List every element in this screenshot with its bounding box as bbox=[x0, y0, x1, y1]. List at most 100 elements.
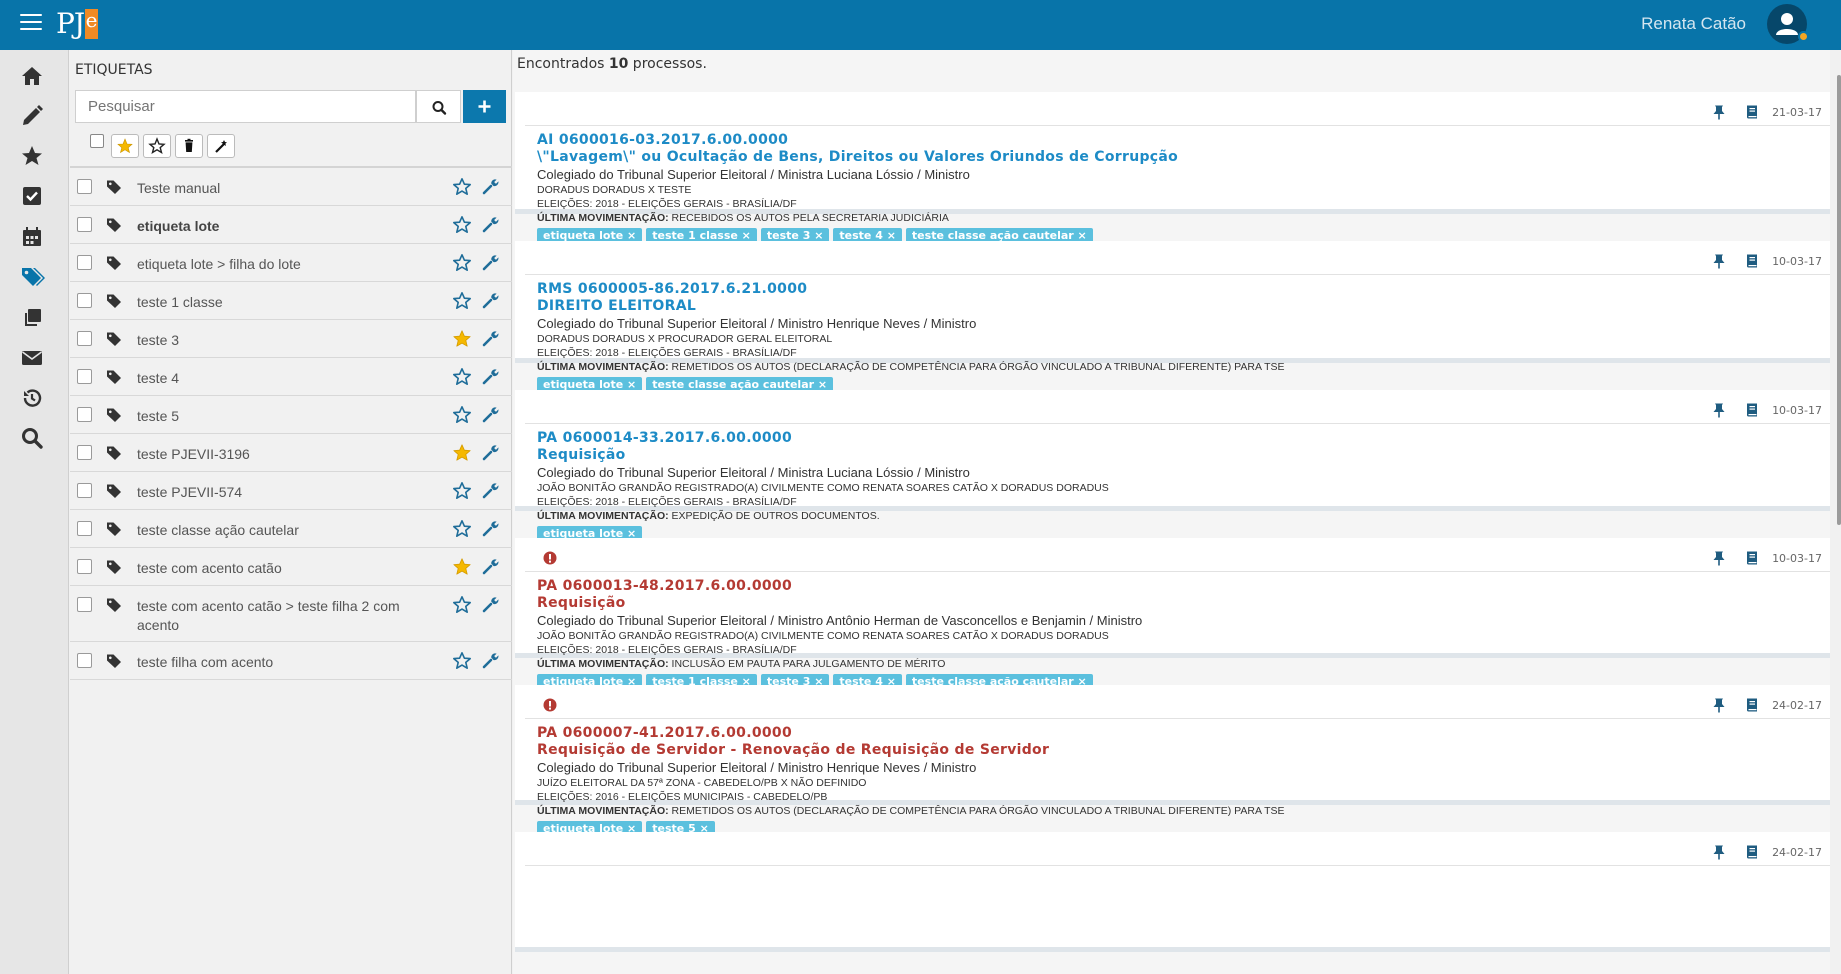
book-icon[interactable] bbox=[1744, 844, 1760, 860]
tag-checkbox[interactable] bbox=[77, 293, 92, 308]
calendar-icon[interactable] bbox=[20, 225, 46, 251]
unfavorite-button[interactable] bbox=[143, 134, 171, 158]
pje-logo[interactable]: PJ e bbox=[56, 7, 99, 41]
tag-checkbox[interactable] bbox=[77, 559, 92, 574]
star-outline-icon[interactable] bbox=[452, 367, 472, 387]
tag-row[interactable]: etiqueta lote > filha do lote bbox=[70, 244, 512, 282]
tag-label[interactable]: etiqueta lote > filha do lote bbox=[137, 255, 407, 274]
star-outline-icon[interactable] bbox=[452, 253, 472, 273]
tag-checkbox[interactable] bbox=[77, 331, 92, 346]
process-number[interactable]: PA 0600013-48.2017.6.00.0000 bbox=[537, 578, 1830, 595]
process-number[interactable]: RMS 0600005-86.2017.6.21.0000 bbox=[537, 281, 1830, 298]
book-icon[interactable] bbox=[1744, 697, 1760, 713]
star-outline-icon[interactable] bbox=[452, 519, 472, 539]
tag-label[interactable]: teste com acento catão bbox=[137, 559, 407, 578]
pin-icon[interactable] bbox=[1711, 253, 1727, 269]
star-outline-icon[interactable] bbox=[452, 651, 472, 671]
book-icon[interactable] bbox=[1744, 402, 1760, 418]
star-outline-icon[interactable] bbox=[452, 291, 472, 311]
pin-icon[interactable] bbox=[1711, 844, 1727, 860]
wrench-icon[interactable] bbox=[482, 330, 499, 347]
tag-row[interactable]: teste 4 bbox=[70, 358, 512, 396]
star-filled-icon[interactable] bbox=[452, 443, 472, 463]
process-number[interactable]: AI 0600016-03.2017.6.00.0000 bbox=[537, 132, 1830, 149]
wrench-icon[interactable] bbox=[482, 558, 499, 575]
process-number[interactable]: PA 0600007-41.2017.6.00.0000 bbox=[537, 725, 1830, 742]
user-name[interactable]: Renata Catão bbox=[1641, 14, 1746, 34]
tag-label[interactable]: teste PJEVII-3196 bbox=[137, 445, 407, 464]
tag-label[interactable]: teste 3 bbox=[137, 331, 407, 350]
process-number[interactable]: PA 0600014-33.2017.6.00.0000 bbox=[537, 430, 1830, 447]
tag-checkbox[interactable] bbox=[77, 217, 92, 232]
wrench-icon[interactable] bbox=[482, 368, 499, 385]
pin-icon[interactable] bbox=[1711, 402, 1727, 418]
tag-label[interactable]: teste filha com acento bbox=[137, 653, 407, 672]
favorite-filter-button[interactable] bbox=[111, 134, 139, 158]
hamburger-menu-icon[interactable] bbox=[20, 14, 42, 32]
envelope-icon[interactable] bbox=[20, 346, 46, 372]
wrench-icon[interactable] bbox=[482, 444, 499, 461]
wrench-icon[interactable] bbox=[482, 652, 499, 669]
history-icon[interactable] bbox=[20, 386, 46, 412]
copy-icon[interactable] bbox=[20, 306, 46, 332]
tag-row[interactable]: teste com acento catão > teste filha 2 c… bbox=[70, 586, 512, 642]
search-icon[interactable] bbox=[20, 426, 46, 452]
tag-label[interactable]: etiqueta lote bbox=[137, 217, 407, 236]
scrollbar[interactable] bbox=[1837, 75, 1841, 525]
tag-checkbox[interactable] bbox=[77, 255, 92, 270]
wrench-icon[interactable] bbox=[482, 482, 499, 499]
wrench-icon[interactable] bbox=[482, 520, 499, 537]
tag-row[interactable]: teste PJEVII-3196 bbox=[70, 434, 512, 472]
tag-checkbox[interactable] bbox=[77, 445, 92, 460]
pin-icon[interactable] bbox=[1711, 697, 1727, 713]
tag-label[interactable]: teste com acento catão > teste filha 2 c… bbox=[137, 597, 407, 635]
tag-checkbox[interactable] bbox=[77, 407, 92, 422]
tag-label[interactable]: teste 4 bbox=[137, 369, 407, 388]
tag-label[interactable]: teste PJEVII-574 bbox=[137, 483, 407, 502]
home-icon[interactable] bbox=[20, 64, 46, 90]
tag-row[interactable]: teste 5 bbox=[70, 396, 512, 434]
wrench-icon[interactable] bbox=[482, 216, 499, 233]
pin-icon[interactable] bbox=[1711, 104, 1727, 120]
user-avatar[interactable] bbox=[1767, 4, 1809, 44]
tag-search-input[interactable] bbox=[75, 90, 416, 123]
add-tag-button[interactable] bbox=[463, 90, 506, 123]
checkbox-icon[interactable] bbox=[20, 184, 46, 210]
tag-label[interactable]: Teste manual bbox=[137, 179, 407, 198]
book-icon[interactable] bbox=[1744, 550, 1760, 566]
tag-row[interactable]: teste filha com acento bbox=[70, 642, 512, 680]
book-icon[interactable] bbox=[1744, 104, 1760, 120]
tag-row[interactable]: Teste manual bbox=[70, 168, 512, 206]
wrench-icon[interactable] bbox=[482, 292, 499, 309]
pencil-icon[interactable] bbox=[20, 104, 46, 130]
star-filled-icon[interactable] bbox=[452, 557, 472, 577]
star-outline-icon[interactable] bbox=[452, 595, 472, 615]
tag-checkbox[interactable] bbox=[77, 597, 92, 612]
star-outline-icon[interactable] bbox=[452, 177, 472, 197]
magic-button[interactable] bbox=[207, 134, 235, 158]
tag-row[interactable]: teste PJEVII-574 bbox=[70, 472, 512, 510]
tag-label[interactable]: teste classe ação cautelar bbox=[137, 521, 407, 540]
delete-button[interactable] bbox=[175, 134, 203, 158]
wrench-icon[interactable] bbox=[482, 406, 499, 423]
tag-label[interactable]: teste 5 bbox=[137, 407, 407, 426]
tag-checkbox[interactable] bbox=[77, 179, 92, 194]
book-icon[interactable] bbox=[1744, 253, 1760, 269]
tag-checkbox[interactable] bbox=[77, 653, 92, 668]
star-outline-icon[interactable] bbox=[452, 215, 472, 235]
tags-icon[interactable] bbox=[20, 265, 46, 291]
star-icon[interactable] bbox=[20, 144, 46, 170]
tag-row[interactable]: teste 1 classe bbox=[70, 282, 512, 320]
wrench-icon[interactable] bbox=[482, 178, 499, 195]
pin-icon[interactable] bbox=[1711, 550, 1727, 566]
tag-checkbox[interactable] bbox=[77, 483, 92, 498]
tag-row[interactable]: teste classe ação cautelar bbox=[70, 510, 512, 548]
star-filled-icon[interactable] bbox=[452, 329, 472, 349]
tag-checkbox[interactable] bbox=[77, 369, 92, 384]
tag-search-button[interactable] bbox=[416, 90, 461, 123]
star-outline-icon[interactable] bbox=[452, 481, 472, 501]
tag-label[interactable]: teste 1 classe bbox=[137, 293, 407, 312]
wrench-icon[interactable] bbox=[482, 254, 499, 271]
tag-row[interactable]: etiqueta lote bbox=[70, 206, 512, 244]
tag-checkbox[interactable] bbox=[77, 521, 92, 536]
